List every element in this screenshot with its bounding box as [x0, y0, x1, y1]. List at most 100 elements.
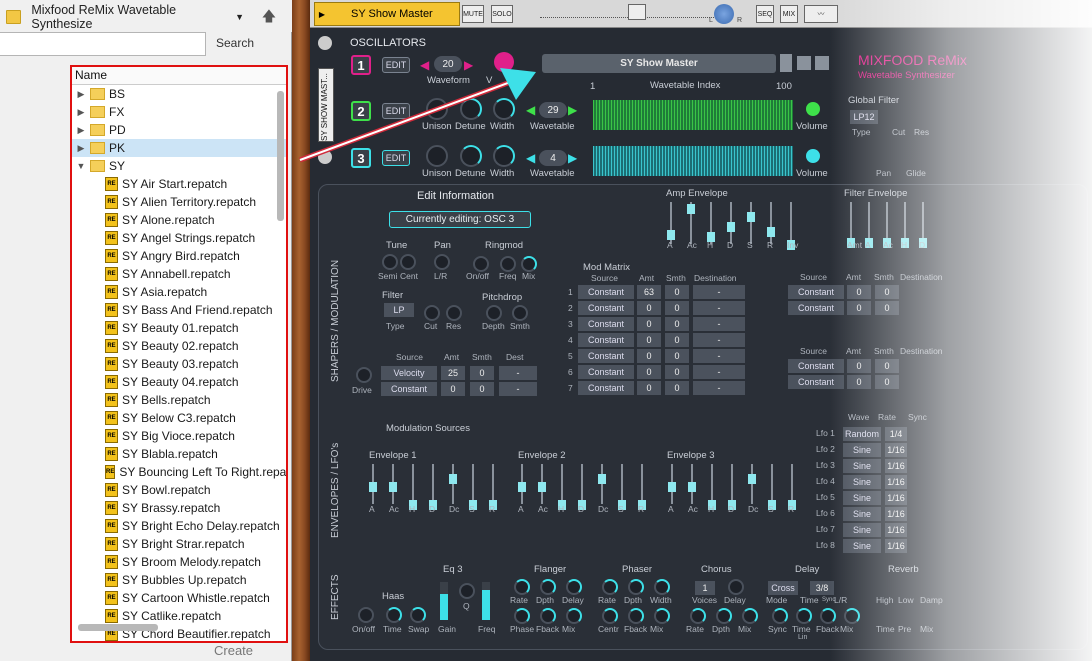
env2-slider[interactable]: [638, 464, 646, 510]
right-src-smth[interactable]: 0: [875, 359, 899, 373]
flanger-top-knob[interactable]: [566, 579, 582, 595]
flanger-bottom-knob[interactable]: [540, 608, 556, 624]
right-src-amt[interactable]: 0: [847, 285, 871, 299]
right-src-source[interactable]: Constant: [788, 301, 844, 315]
drive-knob[interactable]: [356, 367, 372, 383]
phaser-top-knob[interactable]: [628, 579, 644, 595]
lfo-rate-value[interactable]: 1/16: [885, 443, 907, 457]
preset-file-row[interactable]: RE SY Below C3.repatch: [72, 409, 286, 427]
eq-gain-slider[interactable]: [440, 582, 448, 620]
filter-cut-knob[interactable]: [424, 305, 440, 321]
osc3-volume-knob[interactable]: [806, 149, 820, 163]
lfo-rate-value[interactable]: 1/16: [885, 539, 907, 553]
arrow-right-icon[interactable]: ▶: [568, 151, 577, 165]
env2-slider[interactable]: [558, 464, 566, 510]
env3-slider[interactable]: [668, 464, 676, 504]
env1-slider-thumb[interactable]: [369, 482, 377, 492]
osc3-select[interactable]: 3: [351, 148, 371, 168]
env2-slider-thumb[interactable]: [598, 474, 606, 484]
env2-slider[interactable]: [598, 464, 606, 504]
preset-name-box[interactable]: SY Show Master: [542, 54, 776, 73]
env1-slider[interactable]: [469, 464, 477, 510]
src-row2-amt[interactable]: 0: [441, 382, 465, 396]
master-volume-slider[interactable]: [540, 4, 720, 20]
amp-env-slider-thumb[interactable]: [727, 222, 735, 232]
arrow-right-icon[interactable]: ▶: [568, 103, 577, 117]
mm-row-amt[interactable]: 63: [637, 285, 661, 299]
chorus-bottom-knob[interactable]: [690, 608, 706, 624]
right-src-amt[interactable]: 0: [847, 301, 871, 315]
chevron-down-icon[interactable]: ▼: [74, 161, 88, 171]
search-button[interactable]: Search: [216, 36, 254, 50]
folder-icon[interactable]: [797, 56, 811, 70]
env3-slider-thumb[interactable]: [748, 474, 756, 484]
filter-env-slider[interactable]: [865, 202, 873, 248]
env1-slider[interactable]: [389, 464, 397, 504]
lfo-wave-select[interactable]: Sine: [843, 443, 881, 457]
env1-slider-thumb[interactable]: [389, 482, 397, 492]
osc3-detune-knob[interactable]: [460, 145, 482, 167]
lfo-rate-value[interactable]: 1/16: [885, 459, 907, 473]
preset-file-row[interactable]: RE SY Brassy.repatch: [72, 499, 286, 517]
osc2-volume-knob[interactable]: [806, 102, 820, 116]
preset-file-row[interactable]: RE SY Big Vioce.repatch: [72, 427, 286, 445]
preset-file-row[interactable]: RE SY Bowl.repatch: [72, 481, 286, 499]
lfo-wave-select[interactable]: Sine: [843, 539, 881, 553]
amp-env-slider-thumb[interactable]: [687, 204, 695, 214]
delay-bottom-knob[interactable]: [844, 608, 860, 624]
right-src-source[interactable]: Constant: [788, 359, 844, 373]
lfo-rate-value[interactable]: 1/16: [885, 507, 907, 521]
osc3-edit-button[interactable]: EDIT: [382, 150, 410, 166]
amp-env-slider-thumb[interactable]: [767, 227, 775, 237]
env2-slider-thumb[interactable]: [538, 482, 546, 492]
mm-row-dest[interactable]: -: [693, 365, 745, 379]
env2-slider[interactable]: [518, 464, 526, 504]
cent-knob[interactable]: [400, 254, 416, 270]
master-pan-knob[interactable]: [714, 4, 734, 24]
arrow-left-icon[interactable]: ◀: [526, 151, 535, 165]
flanger-top-knob[interactable]: [540, 579, 556, 595]
preset-file-row[interactable]: RE SY Air Start.repatch: [72, 175, 286, 193]
mm-row-smth[interactable]: 0: [665, 349, 689, 363]
src-row1-amt[interactable]: 25: [441, 366, 465, 380]
vertical-scrollbar[interactable]: [277, 91, 284, 221]
solo-button[interactable]: SOLO: [491, 5, 513, 23]
amp-env-slider[interactable]: [667, 202, 675, 244]
filter-env-slider[interactable]: [883, 202, 891, 248]
mm-row-dest[interactable]: -: [693, 381, 745, 395]
chevron-down-icon[interactable]: ▶: [315, 10, 329, 19]
mm-row-dest[interactable]: -: [693, 301, 745, 315]
preset-file-row[interactable]: RE SY Beauty 04.repatch: [72, 373, 286, 391]
osc1-waveform-value[interactable]: 20: [434, 56, 462, 72]
pitchdrop-smth-knob[interactable]: [512, 305, 528, 321]
env3-slider[interactable]: [768, 464, 776, 510]
env3-slider[interactable]: [788, 464, 796, 510]
right-src-source[interactable]: Constant: [788, 375, 844, 389]
mm-row-amt[interactable]: 0: [637, 301, 661, 315]
osc1-edit-button[interactable]: EDIT: [382, 57, 410, 73]
mix-button[interactable]: MIX: [780, 5, 798, 23]
osc1-select[interactable]: 1: [351, 55, 371, 75]
folder-up-button[interactable]: 🡅: [258, 6, 280, 26]
osc2-width-knob[interactable]: [493, 98, 515, 120]
mm-row-smth[interactable]: 0: [665, 365, 689, 379]
mm-row-amt[interactable]: 0: [637, 365, 661, 379]
right-src-smth[interactable]: 0: [875, 285, 899, 299]
preset-file-row[interactable]: RE SY Alien Territory.repatch: [72, 193, 286, 211]
env3-slider[interactable]: [728, 464, 736, 510]
chevron-right-icon[interactable]: ▶: [74, 143, 88, 154]
pan-knob[interactable]: [434, 254, 450, 270]
preset-file-row[interactable]: RE SY Bright Strar.repatch: [72, 535, 286, 553]
delay-bottom-knob[interactable]: [820, 608, 836, 624]
mm-row-source[interactable]: Constant: [578, 349, 634, 363]
amp-env-slider-thumb[interactable]: [747, 212, 755, 222]
mm-row-smth[interactable]: 0: [665, 285, 689, 299]
env2-slider-thumb[interactable]: [518, 482, 526, 492]
env3-slider-thumb[interactable]: [688, 482, 696, 492]
chorus-voices-value[interactable]: 1: [695, 581, 715, 595]
lfo-wave-select[interactable]: Random: [843, 427, 881, 441]
folder-dropdown[interactable]: Mixfood ReMix Wavetable Synthesize ▼: [6, 3, 244, 31]
folder-row[interactable]: ▶ BS: [72, 85, 286, 103]
eq-q-knob[interactable]: [459, 583, 475, 599]
osc3-unison-knob[interactable]: [426, 145, 448, 167]
